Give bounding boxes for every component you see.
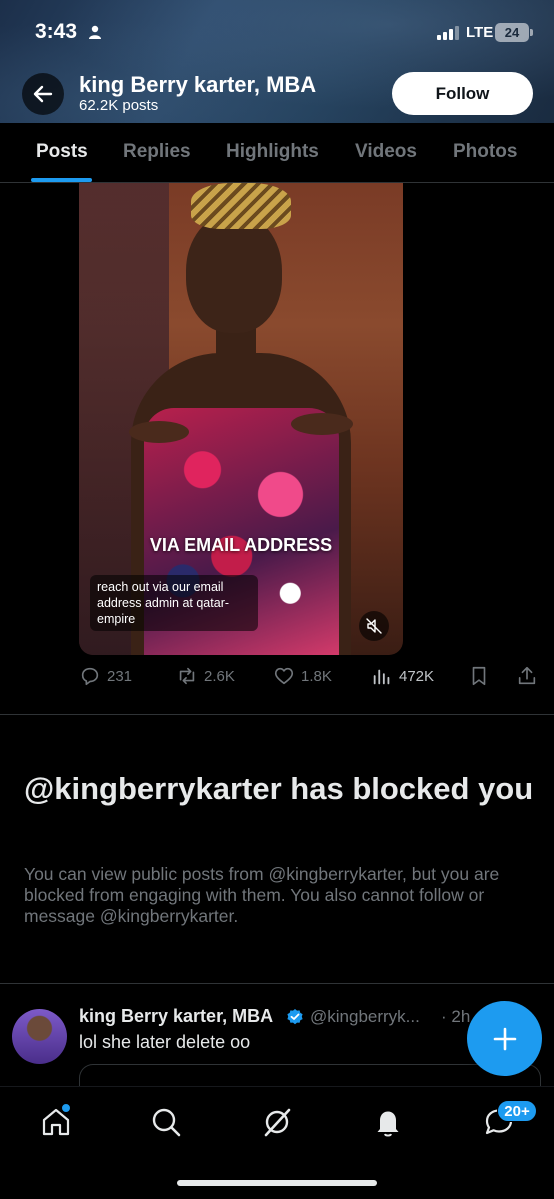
heart-icon: [274, 667, 294, 685]
speaker-muted-icon: [366, 618, 382, 634]
signal-icon: [437, 26, 459, 40]
reply-text: lol she later delete oo: [79, 1032, 251, 1052]
repost-count: 2.6K: [204, 667, 235, 685]
bookmark-action[interactable]: [468, 665, 490, 687]
tab-posts[interactable]: Posts: [36, 141, 88, 163]
video-person-hand-left: [129, 421, 189, 443]
profile-tabs: Posts Replies Highlights Videos Photos: [0, 123, 554, 183]
like-action[interactable]: 1.8K: [273, 665, 332, 687]
video-overlay-text: VIA EMAIL ADDRESS: [149, 535, 333, 555]
video-person-hair: [191, 183, 291, 229]
view-count: 472K: [399, 667, 435, 685]
views-action[interactable]: 472K: [371, 665, 434, 687]
reply-icon: [81, 667, 99, 686]
plus-icon: [493, 1027, 516, 1050]
back-button[interactable]: [22, 73, 64, 115]
tab-highlights[interactable]: Highlights: [226, 141, 319, 163]
tab-replies[interactable]: Replies: [123, 141, 191, 163]
repost-icon: [179, 667, 195, 685]
video-person-head: [186, 213, 282, 333]
post-actions: 231 2.6K 1.8K 472K: [0, 665, 554, 693]
bell-icon[interactable]: [371, 1105, 405, 1139]
bookmark-icon: [472, 666, 486, 686]
compose-button[interactable]: [467, 1001, 542, 1076]
follow-button[interactable]: Follow: [392, 72, 533, 115]
search-icon[interactable]: [149, 1105, 183, 1139]
mute-button[interactable]: [359, 611, 389, 641]
messages-badge: 20+: [497, 1100, 537, 1122]
network-label: LTE: [466, 24, 494, 41]
profile-name: king Berry karter, MBA: [79, 72, 317, 97]
analytics-icon: [373, 669, 390, 685]
reply-timestamp: · 2h: [441, 1007, 471, 1026]
profile-header: 3:43 LTE 24 king Berry karter, MBA 62.2K…: [0, 0, 554, 123]
status-time: 3:43: [35, 20, 78, 43]
share-icon: [518, 666, 536, 685]
share-action[interactable]: [516, 665, 538, 687]
arrow-left-icon: [33, 85, 53, 103]
tab-videos[interactable]: Videos: [355, 141, 417, 163]
battery-icon: 24: [495, 23, 533, 42]
video-person-hand-right: [291, 413, 353, 435]
repost-action[interactable]: 2.6K: [176, 665, 235, 687]
reply-author-name[interactable]: king Berry karter, MBA: [79, 1006, 273, 1027]
reply-count: 231: [107, 667, 133, 685]
avatar[interactable]: [12, 1009, 67, 1064]
home-notification-dot: [61, 1103, 71, 1113]
like-count: 1.8K: [301, 667, 332, 685]
home-indicator: [177, 1180, 377, 1186]
verified-badge-icon: [287, 1009, 303, 1025]
post-count: 62.2K posts: [79, 97, 159, 114]
divider: [0, 983, 554, 984]
person-icon: [89, 25, 101, 39]
video-caption: reach out via our email address admin at…: [90, 575, 258, 631]
reply-author-handle: @kingberryk...: [310, 1007, 420, 1026]
active-tab-indicator: [31, 178, 92, 182]
divider: [0, 714, 554, 715]
battery-level: 24: [504, 25, 520, 40]
blocked-title: @kingberrykarter has blocked you: [24, 771, 534, 806]
post-video[interactable]: VIA EMAIL ADDRESS reach out via our emai…: [79, 183, 403, 655]
tab-photos[interactable]: Photos: [453, 141, 517, 163]
status-bar: 3:43 LTE 24: [0, 0, 554, 64]
reply-action[interactable]: 231: [79, 665, 132, 687]
grok-icon[interactable]: [260, 1105, 294, 1139]
blocked-description: You can view public posts from @kingberr…: [24, 864, 500, 926]
